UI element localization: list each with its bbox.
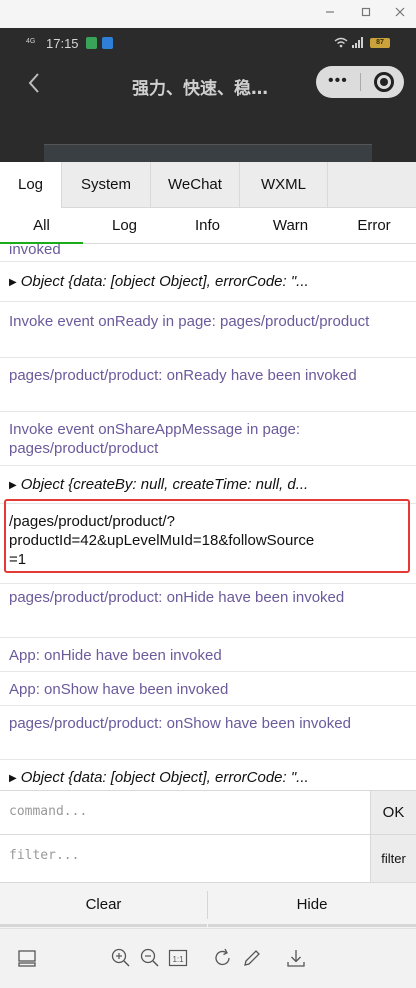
wifi-icon bbox=[334, 37, 348, 51]
log-filter-tabs: All Log Info Warn Error bbox=[0, 208, 416, 244]
subtab-warn[interactable]: Warn bbox=[249, 208, 332, 244]
close-miniprogram-icon[interactable] bbox=[374, 72, 394, 92]
more-icon[interactable]: ••• bbox=[328, 72, 348, 90]
maximize-button[interactable] bbox=[356, 5, 376, 23]
app-notification-icon bbox=[102, 37, 113, 49]
log-entry: pages/product/product: onHide have been … bbox=[0, 584, 416, 638]
log-entry: Invoke event onReady in page: pages/prod… bbox=[0, 302, 416, 358]
capsule-divider bbox=[360, 73, 361, 91]
filter-button[interactable]: filter bbox=[370, 835, 416, 883]
log-text: Object {createBy: null, createTime: null… bbox=[20, 476, 309, 493]
capsule-menu[interactable]: ••• bbox=[316, 66, 404, 98]
log-entry-object[interactable]: ▶ Object {data: [object Object], errorCod… bbox=[0, 760, 416, 790]
filter-bar: filter... filter bbox=[0, 834, 416, 883]
pen-icon[interactable] bbox=[241, 947, 263, 969]
log-entry: App: onShow have been invoked bbox=[0, 672, 416, 706]
log-entry: App: onHide have been invoked bbox=[0, 638, 416, 672]
vconsole-panel: Log System WeChat WXML All Log Info Warn… bbox=[0, 162, 416, 988]
app-notification-icon bbox=[86, 37, 97, 49]
console-actions: Clear Hide bbox=[0, 882, 416, 928]
network-text: 4G bbox=[26, 38, 36, 45]
bottom-toolbar: 1:1 bbox=[0, 928, 416, 988]
expand-arrow-icon[interactable]: ▶ bbox=[9, 476, 17, 495]
status-time: 17:15 bbox=[46, 36, 79, 51]
zoom-out-icon[interactable] bbox=[139, 947, 161, 969]
battery-icon: 87 bbox=[370, 38, 390, 48]
log-entry: pages/product/product: onShow have been … bbox=[0, 706, 416, 760]
command-ok-button[interactable]: OK bbox=[370, 791, 416, 835]
log-entry: invoked bbox=[0, 244, 416, 262]
subtab-error[interactable]: Error bbox=[332, 208, 416, 244]
log-entry-object[interactable]: ▶ Object {data: [object Object], errorCod… bbox=[0, 262, 416, 302]
download-icon[interactable] bbox=[285, 947, 307, 969]
subtab-info[interactable]: Info bbox=[166, 208, 249, 244]
actual-size-text: 1:1 bbox=[172, 955, 184, 964]
clear-button[interactable]: Clear bbox=[0, 883, 207, 927]
log-entry: Invoke event onShareAppMessage in page: … bbox=[0, 412, 416, 466]
subtab-log[interactable]: Log bbox=[83, 208, 166, 244]
status-bar: 4G 17:15 87 bbox=[0, 28, 416, 58]
command-bar: command... OK bbox=[0, 790, 416, 835]
highlight-annotation-box bbox=[4, 499, 410, 573]
signal-icon bbox=[352, 37, 364, 51]
close-icon bbox=[395, 7, 405, 17]
log-text: Object {data: [object Object], errorCode… bbox=[20, 769, 309, 786]
log-text: Object {data: [object Object], errorCode… bbox=[20, 273, 309, 290]
minimize-button[interactable] bbox=[320, 5, 340, 23]
expand-arrow-icon[interactable]: ▶ bbox=[9, 769, 17, 788]
actual-size-icon[interactable]: 1:1 bbox=[167, 947, 189, 969]
tab-system[interactable]: System bbox=[62, 162, 151, 208]
phone-preview: 4G 17:15 87 强力、快速、稳… ••• bbox=[0, 28, 416, 162]
tab-wechat[interactable]: WeChat bbox=[151, 162, 240, 208]
filter-input[interactable]: filter... bbox=[9, 848, 79, 863]
tab-wxml[interactable]: WXML bbox=[240, 162, 328, 208]
subtab-all[interactable]: All bbox=[0, 208, 83, 244]
console-tabs: Log System WeChat WXML bbox=[0, 162, 416, 208]
rotate-icon[interactable] bbox=[212, 947, 234, 969]
hide-button[interactable]: Hide bbox=[208, 883, 416, 927]
window-title-bar bbox=[0, 0, 416, 28]
log-entry: pages/product/product: onReady have been… bbox=[0, 358, 416, 412]
maximize-icon bbox=[361, 7, 371, 17]
close-button[interactable] bbox=[390, 5, 410, 23]
minimize-icon bbox=[326, 11, 334, 13]
layout-icon[interactable] bbox=[16, 947, 38, 969]
command-input[interactable]: command... bbox=[9, 804, 87, 819]
page-content-peek bbox=[44, 144, 372, 162]
expand-arrow-icon[interactable]: ▶ bbox=[9, 273, 17, 292]
tab-log[interactable]: Log bbox=[0, 162, 62, 208]
zoom-in-icon[interactable] bbox=[110, 947, 132, 969]
